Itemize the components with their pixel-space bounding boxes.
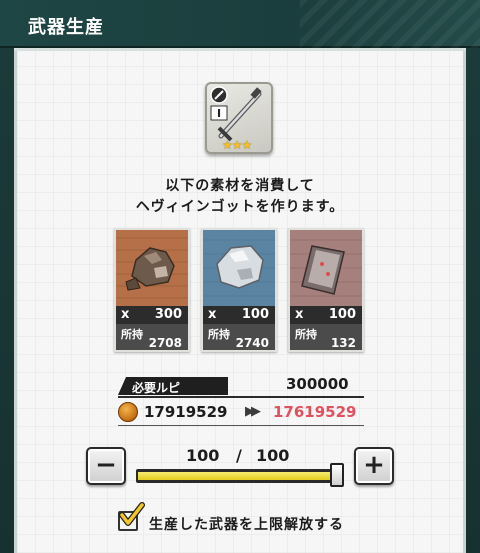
- required-rupee-value: 300000: [286, 375, 349, 393]
- description-line-2: ヘヴィインゴットを作ります。: [135, 199, 345, 215]
- ingot-icon: [290, 230, 362, 306]
- dialog-title: 武器生産: [28, 17, 104, 38]
- current-quantity: 100: [186, 446, 220, 465]
- weapon-icon: I ★★★: [205, 82, 273, 154]
- material-card-ore: x 300 所持 2708: [114, 228, 190, 352]
- slider-handle[interactable]: [330, 463, 344, 487]
- description-line-1: 以下の素材を消費して: [165, 178, 315, 194]
- ore-rock-icon: [116, 230, 188, 306]
- header-pattern: [300, 0, 480, 48]
- quantity-slider[interactable]: [136, 469, 344, 483]
- material-quantity: x 100: [203, 306, 275, 324]
- quantity-separator: /: [236, 446, 242, 465]
- checkmark-icon: [119, 502, 145, 526]
- max-quantity: 100: [256, 446, 290, 465]
- rarity-stars: ★★★: [222, 138, 252, 152]
- material-quantity: x 100: [290, 306, 362, 324]
- silver-stone-icon: [203, 230, 275, 306]
- svg-text:I: I: [217, 107, 221, 120]
- plus-icon: +: [363, 450, 385, 480]
- decrease-button[interactable]: −: [86, 447, 126, 485]
- limit-break-label[interactable]: 生産した武器を上限解放する: [149, 514, 344, 534]
- remaining-rupee-value: 17619529: [273, 403, 357, 421]
- slider-fill: [138, 472, 342, 480]
- material-card-stone: x 100 所持 2740: [201, 228, 277, 352]
- panel-edge: [14, 48, 466, 51]
- dialog-header: 武器生産: [0, 0, 480, 48]
- required-rupee-label: 必要ルピ: [118, 377, 228, 395]
- arrow-icon: ▶▶: [245, 404, 261, 419]
- material-owned: 所持 132: [290, 324, 362, 350]
- increase-button[interactable]: +: [354, 447, 394, 485]
- material-card-ingot: x 100 所持 132: [288, 228, 364, 352]
- divider: [118, 396, 364, 398]
- material-owned: 所持 2708: [116, 324, 188, 350]
- current-rupee-value: 17919529: [144, 403, 228, 421]
- minus-icon: −: [95, 450, 117, 480]
- divider: [118, 425, 364, 426]
- material-quantity: x 300: [116, 306, 188, 324]
- material-owned: 所持 2740: [203, 324, 275, 350]
- rupee-coin-icon: [118, 402, 138, 422]
